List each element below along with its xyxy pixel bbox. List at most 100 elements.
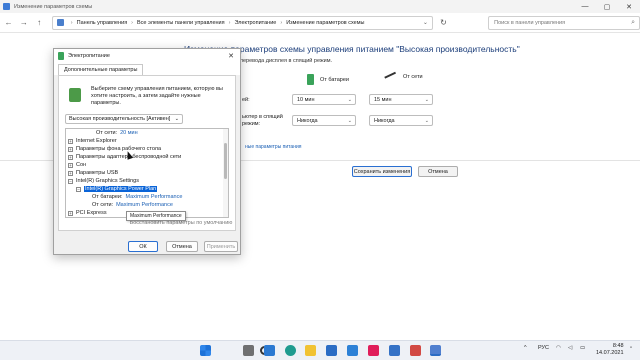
breadcrumb-power-options[interactable]: Электропитание [234, 20, 276, 26]
tab-advanced-settings[interactable]: Дополнительные параметры [58, 64, 144, 75]
battery-icon [307, 74, 314, 85]
control-panel-taskbar-icon[interactable] [430, 345, 441, 356]
notification-icon[interactable]: ▫ [630, 345, 632, 351]
chevron-down-icon: ⌄ [347, 117, 352, 124]
settings-tree[interactable]: От сети: 20 мин + Internet Explorer + Па… [65, 128, 229, 218]
tree-scrollbar[interactable] [223, 129, 228, 217]
search-placeholder: Поиск в панели управления [494, 19, 566, 26]
tree-item-selected[interactable]: − Intel(R) Graphics Power Plan [76, 186, 158, 192]
dialog-description: Выберите схему управления питанием, кото… [91, 86, 223, 106]
power-options-dialog: Электропитание ✕ Дополнительные параметр… [53, 48, 241, 255]
photos-icon[interactable] [389, 345, 400, 356]
file-explorer-icon[interactable] [305, 345, 316, 356]
tree-item-label: Internet Explorer [76, 138, 117, 144]
expand-icon[interactable]: + [68, 146, 73, 152]
tree-item-label: Параметры фона рабочего стола [76, 146, 162, 152]
collapse-icon[interactable]: − [68, 178, 73, 184]
display-off-battery-select[interactable]: 10 мин ⌄ [292, 94, 356, 105]
tree-item[interactable]: + Сон [68, 162, 86, 168]
tree-item[interactable]: + Internet Explorer [68, 138, 117, 144]
apply-button[interactable]: Применить [204, 241, 238, 252]
tree-item[interactable]: От сети: 20 мин [96, 130, 138, 136]
language-indicator[interactable]: РУС [538, 345, 549, 351]
control-panel-icon [56, 19, 64, 26]
up-button[interactable]: ↑ [33, 16, 46, 30]
tree-item[interactable]: + PCI Express [68, 210, 107, 216]
display-off-ac-select[interactable]: 15 мин ⌄ [369, 94, 433, 105]
expand-icon[interactable]: + [68, 170, 73, 176]
mail-icon[interactable] [347, 345, 358, 356]
close-button[interactable]: ✕ [618, 0, 640, 13]
address-bar[interactable]: › Панель управления › Все элементы панел… [51, 15, 433, 30]
cancel-button[interactable]: Отмена [418, 166, 458, 177]
power-plug-icon [384, 71, 398, 83]
tree-item-label: Параметры USB [76, 170, 119, 176]
window-controls: — ▢ ✕ [574, 0, 640, 13]
expand-icon[interactable]: + [68, 154, 73, 160]
chevron-down-icon: ⌄ [347, 96, 352, 103]
breadcrumb-separator: › [280, 19, 283, 26]
window-title: Изменение параметров схемы [14, 3, 93, 10]
wifi-icon[interactable]: ◠ [556, 345, 561, 351]
tree-item-value[interactable]: Maximum Performance [116, 202, 173, 208]
advanced-settings-link[interactable]: ные параметры питания [245, 144, 301, 150]
select-value: Высокая производительность [Активен] [69, 116, 171, 122]
ac-column-header: От сети [384, 71, 423, 83]
window-titlebar: Изменение параметров схемы — ▢ ✕ [0, 0, 640, 13]
tree-item[interactable]: От батареи: Maximum Performance [92, 194, 182, 200]
breadcrumb-control-panel[interactable]: Панель управления [77, 20, 128, 26]
power-plan-select[interactable]: Высокая производительность [Активен] ⌄ [65, 114, 183, 124]
sleep-ac-select[interactable]: Никогда ⌄ [369, 115, 433, 126]
tree-item-value[interactable]: 20 мин [120, 130, 138, 136]
widgets-icon[interactable] [264, 345, 275, 356]
page-subtitle: перевода дисплея в спящий режим. [240, 58, 333, 64]
chevron-down-icon[interactable]: ⌄ [423, 19, 428, 26]
ac-column-label: От сети [403, 74, 423, 80]
battery-icon [58, 52, 64, 60]
breadcrumb-all-items[interactable]: Все элементы панели управления [137, 20, 225, 26]
display-off-label: ей: [242, 97, 250, 103]
save-changes-button[interactable]: Сохранить изменения [352, 166, 412, 177]
scrollbar-thumb[interactable] [224, 143, 227, 179]
tree-item-label: Сон [76, 162, 87, 168]
tree-item[interactable]: От сети: Maximum Performance [92, 202, 173, 208]
dialog-close-button[interactable]: ✕ [228, 52, 234, 60]
collapse-icon[interactable]: − [76, 186, 81, 192]
dialog-cancel-button[interactable]: Отмена [166, 241, 198, 252]
tree-item-value[interactable]: Maximum Performance [126, 194, 183, 200]
paint-icon[interactable] [410, 345, 421, 356]
ok-button[interactable]: ОК [128, 241, 158, 252]
system-clock[interactable]: 8:48 14.07.2021 [596, 343, 624, 357]
clock-date: 14.07.2021 [596, 350, 624, 356]
tree-item-label: От батареи: [92, 194, 123, 200]
slack-icon[interactable] [368, 345, 379, 356]
tree-item[interactable]: − Intel(R) Graphics Settings [68, 178, 139, 184]
volume-icon[interactable]: ◁ [568, 345, 572, 351]
tree-item[interactable]: + Параметры USB [68, 170, 118, 176]
expand-icon[interactable]: + [68, 138, 73, 144]
tree-item-label: От сети: [96, 130, 118, 136]
battery-icon[interactable]: ▭ [580, 345, 585, 351]
minimize-button[interactable]: — [574, 0, 596, 13]
search-input[interactable]: Поиск в панели управления ⌕ [488, 15, 640, 30]
tree-item[interactable]: + Параметры фона рабочего стола [68, 146, 161, 152]
sleep-battery-select[interactable]: Никогда ⌄ [292, 115, 356, 126]
breadcrumb-edit-plan[interactable]: Изменение параметров схемы [286, 20, 364, 26]
tree-item-label: Intel(R) Graphics Power Plan [84, 186, 158, 192]
maximize-button[interactable]: ▢ [596, 0, 618, 13]
expand-icon[interactable]: + [68, 162, 73, 168]
tooltip: Maximum Performance [126, 211, 186, 221]
store-icon[interactable] [326, 345, 337, 356]
chevron-down-icon: ⌄ [424, 117, 429, 124]
back-button[interactable]: ← [2, 16, 15, 30]
tree-item-label: Intel(R) Graphics Settings [76, 178, 139, 184]
refresh-button[interactable]: ↻ [437, 18, 450, 27]
tray-overflow-button[interactable]: ^ [524, 345, 527, 351]
edge-icon[interactable] [285, 345, 296, 356]
start-icon[interactable] [200, 345, 211, 356]
forward-button[interactable]: → [17, 16, 30, 30]
tree-item[interactable]: + Параметры адаптера беспроводной сети [68, 154, 181, 160]
expand-icon[interactable]: + [68, 210, 73, 216]
battery-column-header: От батареи [307, 74, 349, 85]
task-view-icon[interactable] [243, 345, 254, 356]
